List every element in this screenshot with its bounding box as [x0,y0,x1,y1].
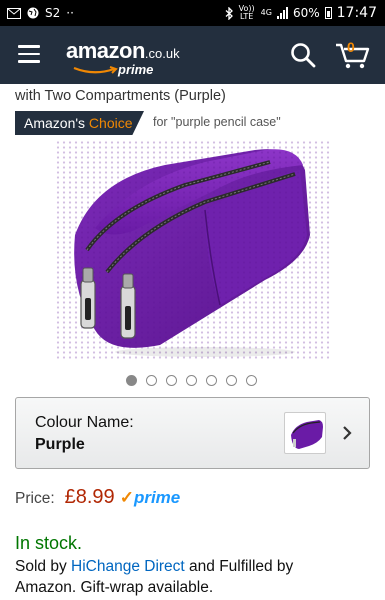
search-icon[interactable] [289,41,317,69]
seller-link[interactable]: HiChange Direct [71,558,185,575]
colour-value: Purple [35,436,85,453]
colour-swatch-image [291,420,323,449]
cart-count: 0 [347,39,355,55]
s2-indicator: S2 [45,6,61,20]
battery-icon [324,7,332,19]
image-carousel-dots [126,375,257,386]
mail-icon [7,7,21,19]
status-bar: S2 ·· Vo)) LTE 4G 60% 17:47 [0,0,385,26]
smile-arrow-icon [73,66,118,74]
badge-choice: Choice [88,115,133,131]
logo-tld: .co.uk [144,46,180,61]
price-label: Price: [15,490,55,507]
colour-label: Colour Name: [35,414,134,431]
battery-percent: 60% [292,6,320,20]
prime-badge: prime [133,488,181,507]
carousel-dot[interactable] [226,375,237,386]
colour-selector[interactable]: Colour Name: Purple [15,397,370,469]
cart-button[interactable]: 0 [334,39,372,70]
more-dots-icon: ·· [66,6,74,20]
price-value: £8.99 [64,486,115,508]
amazon-logo[interactable]: amazon.co.uk prime [66,38,180,77]
network-type: 4G [260,8,272,17]
signal-icon [276,7,288,19]
carousel-dot[interactable] [146,375,157,386]
sold-by: Sold by HiChange Direct and Fulfilled by… [15,556,345,598]
bluetooth-icon [225,6,233,20]
carousel-dot[interactable] [186,375,197,386]
carousel-dot[interactable] [246,375,257,386]
menu-icon[interactable] [18,45,40,63]
status-bar-right: Vo)) LTE 4G 60% 17:47 [225,5,377,21]
product-title: with Two Compartments (Purple) [15,88,226,104]
volte-indicator: Vo)) LTE [238,4,255,21]
logo-wordmark: amazon [66,38,145,63]
app-header: amazon.co.uk prime 0 [0,26,385,84]
carousel-dot[interactable] [126,375,137,386]
sold-by-prefix: Sold by [15,558,67,575]
badge-query: for "purple pencil case" [153,115,281,129]
status-bar-left: S2 ·· [7,5,74,21]
globe-icon [27,7,39,19]
amazons-choice-badge[interactable]: Amazon's Choice [15,111,144,135]
price-row: Price: £8.99 ✓ prime [15,486,180,509]
clock: 17:47 [336,5,377,21]
badge-prefix: Amazon's [24,115,86,131]
carousel-dot[interactable] [166,375,177,386]
chevron-right-icon [343,426,352,440]
carousel-dot[interactable] [206,375,217,386]
logo-prime: prime [118,62,154,77]
stock-status: In stock. [15,533,83,553]
product-image[interactable] [55,140,330,360]
colour-thumbnail [284,412,326,454]
prime-check-icon: ✓ [119,488,134,507]
